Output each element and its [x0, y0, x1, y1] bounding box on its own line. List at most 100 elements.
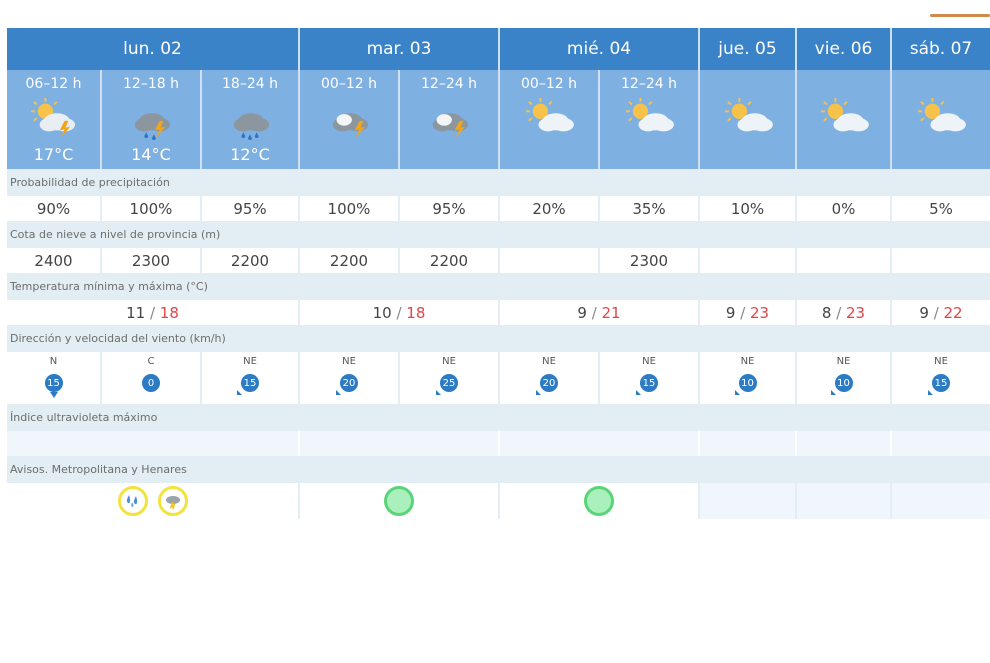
day-header-row: lun. 02 mar. 03 mié. 04 jue. 05 vie. 06 …: [7, 28, 990, 70]
period-cell: 12–24 h: [600, 70, 700, 169]
wind-speed-badge: 0: [142, 374, 160, 392]
uv-cell: [7, 431, 300, 456]
day-header-wed[interactable]: mié. 04: [500, 28, 700, 70]
wind-row: N 15 C 0 NE 15 NE 20 NE 25 NE 20 NE 15 NE 10 NE 10 NE 15: [7, 352, 990, 404]
wind-direction: N: [49, 356, 58, 367]
day-header-sat[interactable]: sáb. 07: [892, 28, 990, 70]
sun-cloud-icon: [721, 96, 775, 144]
max-temp: 18: [159, 303, 179, 322]
wind-direction: C: [147, 356, 155, 367]
day-header-tue[interactable]: mar. 03: [300, 28, 500, 70]
wind-cell: NE 20: [300, 352, 400, 404]
rain-warning-icon[interactable]: [117, 486, 148, 516]
cloud-storm-icon: [422, 96, 476, 144]
uv-cell: [797, 431, 892, 456]
wind-speed-badge: 20: [340, 374, 358, 392]
warning-cell-mon: [7, 483, 300, 519]
day-header-fri[interactable]: vie. 06: [797, 28, 892, 70]
min-max-temp: 8 / 23: [797, 300, 892, 325]
wind-speed-badge: 10: [738, 374, 757, 392]
wind-cell: NE 25: [400, 352, 500, 404]
temp-row: 11 / 18 10 / 18 9 / 21 9 / 23 8 / 23 9 / 22: [7, 300, 990, 325]
wind-cell: NE 15: [600, 352, 700, 404]
min-max-temp: 9 / 21: [500, 300, 700, 325]
period-temperature: 14°C: [131, 145, 171, 164]
min-max-temp: 9 / 22: [892, 300, 990, 325]
uv-row: [7, 431, 990, 456]
temp-separator: /: [586, 303, 602, 322]
temp-separator: /: [928, 303, 944, 322]
temp-label: Temperatura mínima y máxima (°C): [7, 273, 990, 300]
precip-value: 95%: [202, 196, 300, 221]
cloud-rain-icon: [223, 96, 277, 144]
top-edge-fragment: [930, 14, 990, 17]
period-label: 06–12 h: [25, 76, 82, 92]
period-label: 00–12 h: [521, 76, 577, 92]
period-cell: [700, 70, 797, 169]
snow-level-value: 2300: [102, 248, 202, 273]
period-cell: 00–12 h: [500, 70, 600, 169]
sun-cloud-icon: [914, 96, 968, 144]
period-label: 12–24 h: [621, 76, 677, 92]
period-temperature: 17°C: [33, 145, 74, 164]
period-cell: [892, 70, 990, 169]
min-temp: 8: [821, 303, 832, 322]
wind-direction: NE: [642, 356, 656, 367]
day-header-mon[interactable]: lun. 02: [7, 28, 300, 70]
snow-level-value: 2300: [600, 248, 700, 273]
wind-cell: NE 20: [500, 352, 600, 404]
wind-direction: NE: [342, 356, 356, 367]
temp-separator: /: [391, 303, 407, 322]
min-max-temp: 10 / 18: [300, 300, 500, 325]
warn-label: Avisos. Metropolitana y Henares: [7, 456, 990, 483]
warning-row: [7, 483, 990, 519]
min-temp: 11: [126, 303, 146, 322]
forecast-table: lun. 02 mar. 03 mié. 04 jue. 05 vie. 06 …: [7, 28, 990, 519]
precip-value: 100%: [300, 196, 400, 221]
snow-label: Cota de nieve a nivel de provincia (m): [7, 221, 990, 248]
no-warning-icon[interactable]: [584, 486, 614, 516]
snow-level-value: 2400: [7, 248, 102, 273]
wind-direction: NE: [934, 356, 948, 367]
period-cell: 12–18 h 14°C: [102, 70, 202, 169]
wind-cell: NE 15: [202, 352, 300, 404]
wind-direction: NE: [243, 356, 257, 367]
max-temp: 18: [406, 303, 426, 322]
day-header-thu[interactable]: jue. 05: [700, 28, 797, 70]
sun-cloud-icon: [622, 96, 676, 144]
storm-warning-icon[interactable]: [157, 486, 188, 516]
temp-separator: /: [145, 303, 160, 322]
precip-value: 10%: [700, 196, 797, 221]
snow-level-value: [500, 248, 600, 273]
precip-value: 35%: [600, 196, 700, 221]
period-cell: 18–24 h 12°C: [202, 70, 300, 169]
uv-cell: [700, 431, 797, 456]
precip-value: 5%: [929, 199, 953, 218]
warning-cell-tue: [300, 483, 500, 519]
uv-cell: [500, 431, 700, 456]
precip-value: 0%: [797, 196, 892, 221]
sun-cloud-icon: [522, 96, 576, 144]
snow-level-value: [892, 248, 990, 273]
warning-cell-thu: [700, 483, 797, 519]
wind-direction: NE: [836, 356, 851, 367]
max-temp: 23: [750, 303, 770, 322]
precip-label: Probabilidad de precipitación: [7, 169, 990, 196]
wind-cell: C0: [102, 352, 202, 404]
snow-row: 2400 2300 2200 2200 2200 2300: [7, 248, 990, 273]
no-warning-icon[interactable]: [384, 486, 414, 516]
min-temp: 9: [919, 303, 929, 322]
period-cell: 12–24 h: [400, 70, 500, 169]
cloud-storm-rain-icon: [124, 96, 178, 144]
wind-direction: NE: [442, 356, 456, 367]
period-label: 00–12 h: [321, 76, 377, 92]
wind-speed-badge: 15: [44, 374, 63, 398]
min-max-temp: 9 / 23: [700, 300, 797, 325]
snow-level-value: [797, 248, 892, 273]
precip-row: 90% 100% 95% 100% 95% 20% 35% 10% 0% 5%: [7, 196, 990, 221]
min-max-temp: 11 / 18: [7, 300, 300, 325]
uv-label: Índice ultravioleta máximo: [7, 404, 990, 431]
period-cell: 00–12 h: [300, 70, 400, 169]
snow-level-value: 2200: [400, 248, 500, 273]
uv-cell: [892, 431, 990, 456]
